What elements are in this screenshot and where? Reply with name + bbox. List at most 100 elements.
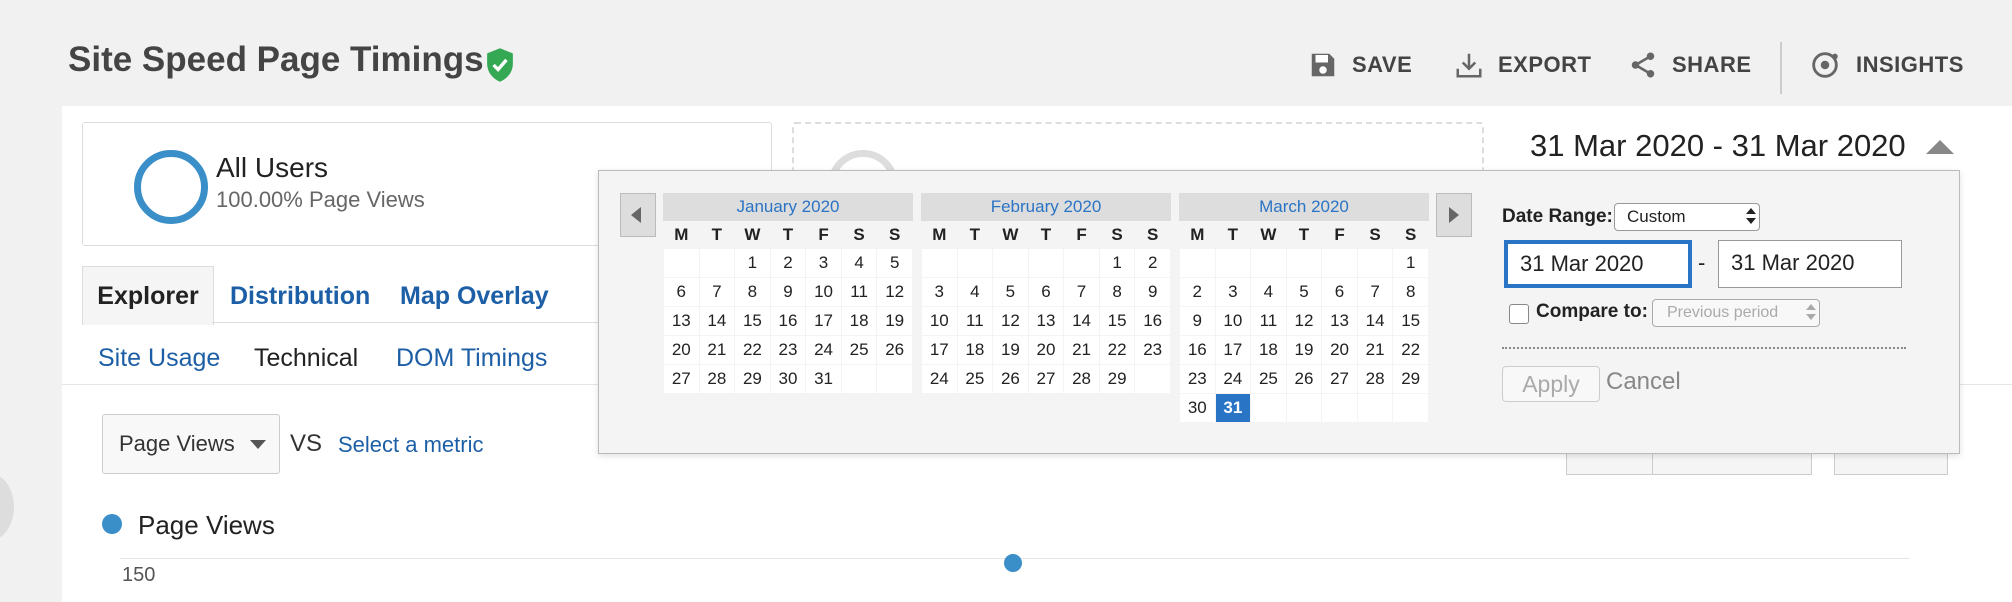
calendar-day[interactable]: 18 <box>957 336 993 364</box>
calendar-day[interactable]: 21 <box>699 336 735 364</box>
calendar-day[interactable]: 2 <box>1180 278 1215 306</box>
calendar-day[interactable]: 23 <box>770 336 806 364</box>
calendar-day[interactable]: 19 <box>993 336 1028 364</box>
calendar-day[interactable]: 29 <box>1099 365 1135 393</box>
calendar-day[interactable]: 20 <box>1028 336 1064 364</box>
select-metric-link[interactable]: Select a metric <box>338 432 484 458</box>
save-button[interactable]: SAVE <box>1308 48 1412 82</box>
subtab-technical[interactable]: Technical <box>254 344 358 373</box>
calendar-day[interactable]: 16 <box>1135 307 1170 335</box>
calendar-day[interactable]: 28 <box>1357 365 1393 393</box>
calendar-day[interactable]: 5 <box>1286 278 1322 306</box>
calendar-day[interactable]: 2 <box>1135 249 1170 277</box>
calendar-day[interactable]: 21 <box>1064 336 1099 364</box>
calendar-day[interactable]: 3 <box>806 249 841 277</box>
calendar-day[interactable]: 7 <box>699 278 735 306</box>
calendar-day[interactable]: 28 <box>699 365 735 393</box>
calendar-day[interactable]: 29 <box>735 365 770 393</box>
calendar-day[interactable]: 10 <box>806 278 841 306</box>
calendar-day[interactable]: 25 <box>1251 365 1286 393</box>
calendar-day[interactable]: 3 <box>922 278 957 306</box>
calendar-day[interactable]: 24 <box>1215 365 1251 393</box>
calendar-day[interactable]: 5 <box>993 278 1028 306</box>
calendar-day[interactable]: 8 <box>735 278 770 306</box>
calendar-day[interactable]: 12 <box>877 278 912 306</box>
start-date-input[interactable]: 31 Mar 2020 <box>1504 240 1692 288</box>
calendar-day[interactable]: 26 <box>877 336 912 364</box>
calendar-day[interactable]: 31 <box>1215 394 1251 422</box>
share-button[interactable]: SHARE <box>1628 48 1752 82</box>
calendar-day[interactable]: 15 <box>1099 307 1135 335</box>
calendar-day[interactable]: 2 <box>770 249 806 277</box>
calendar-day[interactable]: 18 <box>841 307 877 335</box>
data-point[interactable] <box>1004 554 1022 572</box>
calendar-day[interactable]: 1 <box>1393 249 1428 277</box>
calendar-day[interactable]: 1 <box>735 249 770 277</box>
calendar-day[interactable]: 12 <box>993 307 1028 335</box>
calendar-day[interactable]: 30 <box>770 365 806 393</box>
apply-button[interactable]: Apply <box>1502 366 1600 402</box>
calendar-day[interactable]: 24 <box>806 336 841 364</box>
calendar-day[interactable]: 26 <box>1286 365 1322 393</box>
calendar-day[interactable]: 11 <box>841 278 877 306</box>
calendar-day[interactable]: 3 <box>1215 278 1251 306</box>
calendar-day[interactable]: 4 <box>1251 278 1286 306</box>
calendar-day[interactable]: 13 <box>664 307 699 335</box>
calendar-day[interactable]: 24 <box>922 365 957 393</box>
calendar-day[interactable]: 9 <box>1180 307 1215 335</box>
calendar-day[interactable]: 14 <box>1064 307 1099 335</box>
calendar-day[interactable]: 6 <box>1028 278 1064 306</box>
calendar-day[interactable]: 25 <box>841 336 877 364</box>
calendar-day[interactable]: 17 <box>806 307 841 335</box>
calendar-day[interactable]: 20 <box>1322 336 1357 364</box>
calendar-day[interactable]: 27 <box>664 365 699 393</box>
compare-period-select[interactable]: Previous period <box>1652 299 1820 327</box>
calendar-day[interactable]: 19 <box>1286 336 1322 364</box>
calendar-day[interactable]: 29 <box>1393 365 1428 393</box>
calendar-day[interactable]: 8 <box>1393 278 1428 306</box>
calendar-day[interactable]: 6 <box>1322 278 1357 306</box>
calendar-day[interactable]: 12 <box>1286 307 1322 335</box>
insights-button[interactable]: INSIGHTS <box>1808 48 1964 82</box>
calendar-day[interactable]: 18 <box>1251 336 1286 364</box>
calendar-day[interactable]: 21 <box>1357 336 1393 364</box>
subtab-dom-timings[interactable]: DOM Timings <box>396 344 547 373</box>
end-date-input[interactable]: 31 Mar 2020 <box>1718 240 1902 288</box>
tab-map-overlay[interactable]: Map Overlay <box>400 282 549 311</box>
calendar-day[interactable]: 15 <box>735 307 770 335</box>
calendar-day[interactable]: 27 <box>1028 365 1064 393</box>
date-range-display[interactable]: 31 Mar 2020 - 31 Mar 2020 <box>1530 128 1906 164</box>
calendar-day[interactable]: 9 <box>1135 278 1170 306</box>
calendar-day[interactable]: 8 <box>1099 278 1135 306</box>
subtab-site-usage[interactable]: Site Usage <box>98 344 220 373</box>
cancel-link[interactable]: Cancel <box>1606 368 1681 396</box>
calendar-day[interactable]: 17 <box>922 336 957 364</box>
calendar-day[interactable]: 14 <box>1357 307 1393 335</box>
calendar-day[interactable]: 17 <box>1215 336 1251 364</box>
calendar-day[interactable]: 23 <box>1180 365 1215 393</box>
calendar-day[interactable]: 7 <box>1064 278 1099 306</box>
calendar-day[interactable]: 1 <box>1099 249 1135 277</box>
calendar-day[interactable]: 14 <box>699 307 735 335</box>
calendar-day[interactable]: 23 <box>1135 336 1170 364</box>
calendar-day[interactable]: 22 <box>735 336 770 364</box>
calendar-day[interactable]: 22 <box>1393 336 1428 364</box>
tab-distribution[interactable]: Distribution <box>230 282 370 311</box>
calendar-day[interactable]: 6 <box>664 278 699 306</box>
calendar-day[interactable]: 13 <box>1028 307 1064 335</box>
calendar-day[interactable]: 11 <box>957 307 993 335</box>
calendar-day[interactable]: 26 <box>993 365 1028 393</box>
calendar-day[interactable]: 10 <box>922 307 957 335</box>
calendar-day[interactable]: 31 <box>806 365 841 393</box>
calendar-day[interactable]: 13 <box>1322 307 1357 335</box>
calendar-day[interactable]: 27 <box>1322 365 1357 393</box>
side-handle[interactable] <box>0 472 14 542</box>
calendar-day[interactable]: 5 <box>877 249 912 277</box>
calendar-day[interactable]: 7 <box>1357 278 1393 306</box>
calendar-day[interactable]: 15 <box>1393 307 1428 335</box>
calendar-day[interactable]: 30 <box>1180 394 1215 422</box>
calendar-day[interactable]: 19 <box>877 307 912 335</box>
tab-explorer[interactable]: Explorer <box>82 266 214 325</box>
calendar-day[interactable]: 16 <box>770 307 806 335</box>
calendar-day[interactable]: 4 <box>841 249 877 277</box>
